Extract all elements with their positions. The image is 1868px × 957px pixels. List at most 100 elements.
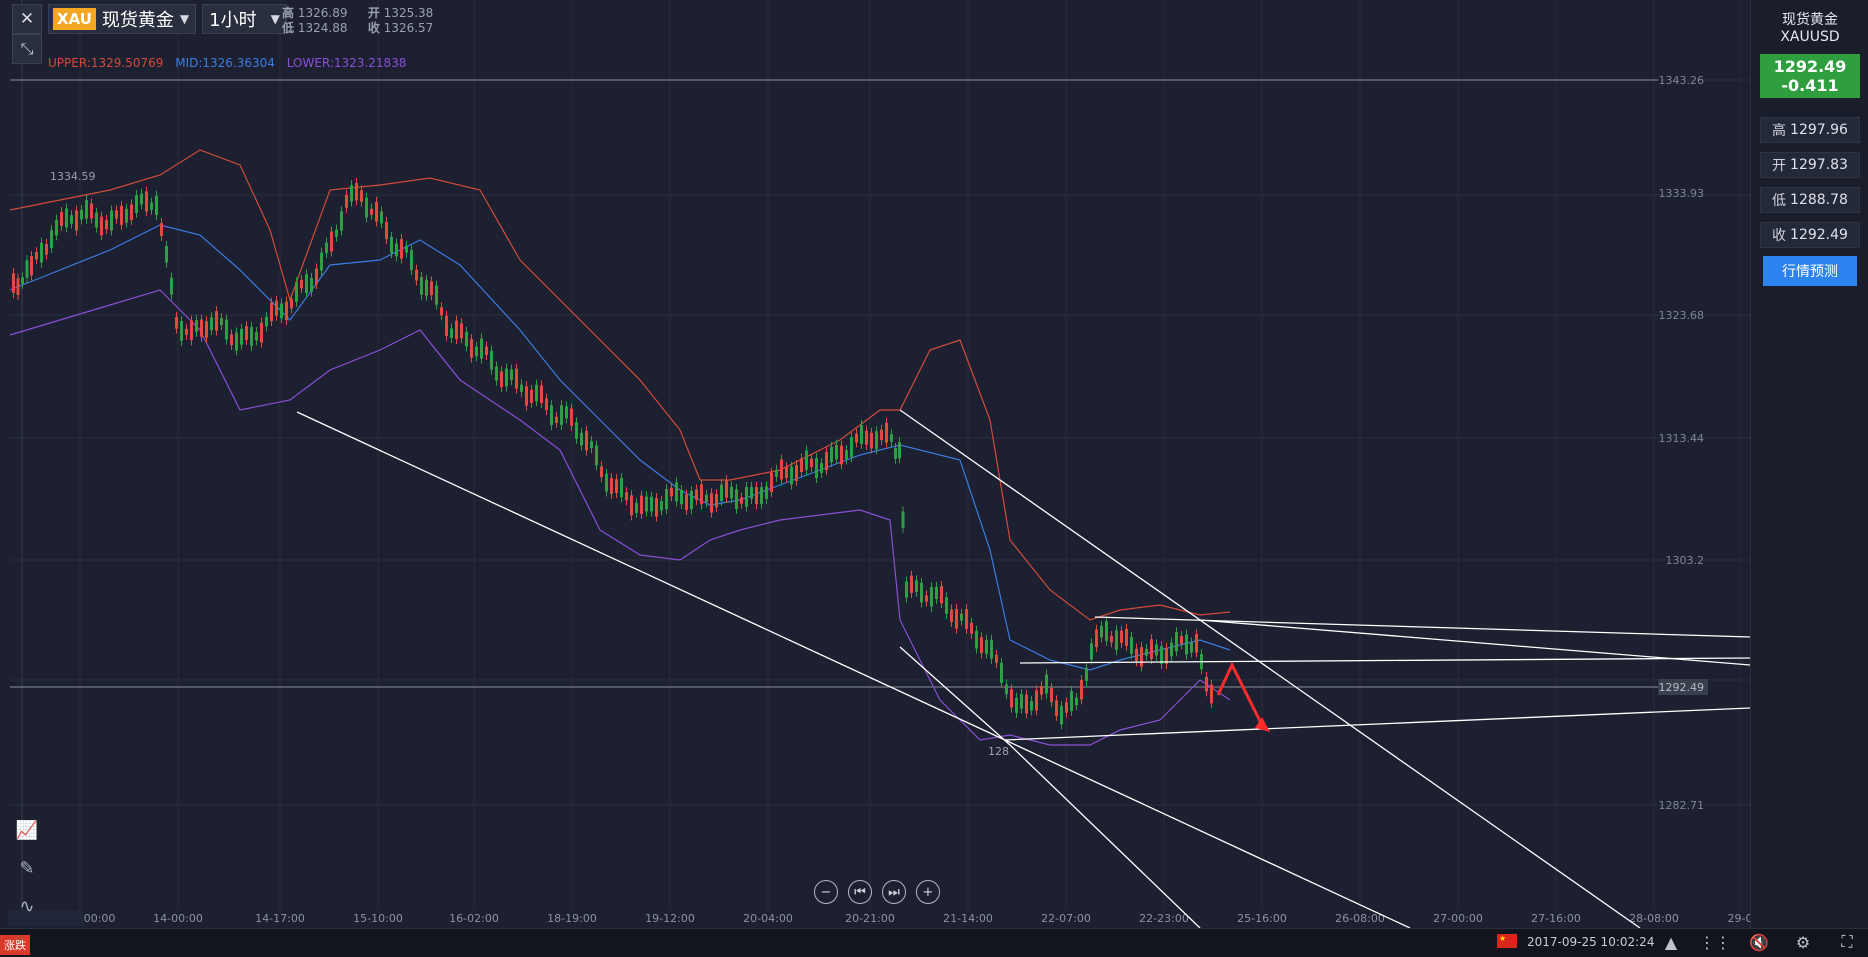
candle-body (860, 425, 863, 444)
candle-body (1020, 694, 1023, 709)
candle-body (340, 211, 343, 231)
candle-body (1090, 643, 1093, 660)
candle-body (370, 208, 373, 215)
candle-body (901, 511, 905, 528)
candle-body (575, 422, 578, 439)
price-axis-label: 1303.2 (1666, 554, 1705, 567)
candle-body (130, 204, 133, 221)
time-axis-label: 26-08:00 (1335, 912, 1385, 925)
zoom-in-icon[interactable]: + (916, 880, 940, 904)
candle-body (770, 472, 773, 493)
gear-icon[interactable]: ⚙ (1792, 931, 1814, 953)
trendline (1094, 616, 1750, 638)
jump-start-icon[interactable]: ⏮ (848, 880, 872, 904)
candle-body (695, 489, 698, 500)
candle-body (520, 384, 523, 392)
candle-body (390, 236, 393, 254)
price-axis-label: 1313.44 (1659, 432, 1705, 445)
candle-body (25, 260, 29, 278)
candle-body (1105, 621, 1108, 641)
forecast-button[interactable]: 行情预测 (1763, 256, 1857, 286)
candle-body (230, 334, 233, 346)
candle-body (690, 491, 693, 510)
candle-body (260, 322, 263, 343)
indicator-chart-icon[interactable]: 📈 (12, 815, 42, 845)
candle-body (1135, 648, 1138, 662)
candle-body (630, 495, 633, 516)
chart-area[interactable]: 1343.26 1333.93 1323.68 1313.44 1303.2 1282.7… (0, 0, 1750, 928)
time-axis-label: 19-12:00 (645, 912, 695, 925)
candle-body (935, 586, 938, 599)
status-left-badge[interactable]: 涨跌 (0, 935, 30, 955)
candle-body (850, 437, 853, 458)
candle-body (605, 473, 608, 492)
candle-body (195, 320, 198, 332)
candle-body (640, 495, 643, 514)
candle-body (945, 597, 948, 614)
candle-body (490, 350, 493, 370)
candle-body (780, 459, 783, 480)
candle-body (540, 385, 543, 403)
time-axis-label: 29-0 (1728, 912, 1750, 925)
fullscreen-icon[interactable]: ⛶ (1836, 931, 1858, 953)
candle-body (105, 219, 108, 230)
grid-icon[interactable]: ⋮⋮ (1699, 931, 1731, 953)
candle-body (805, 450, 808, 470)
price-chart[interactable]: 1343.26 1333.93 1323.68 1313.44 1303.2 1282.7… (0, 0, 1750, 928)
candle-body (1130, 636, 1133, 654)
candle-body (635, 503, 638, 513)
candle-body (1110, 635, 1113, 643)
candle-body (175, 316, 178, 329)
low-value: 1324.88 (297, 21, 348, 35)
candle-body (500, 371, 503, 387)
symbol-selector[interactable]: XAU 现货黄金 ▼ (48, 4, 197, 34)
candle-body (275, 300, 278, 316)
candle-body (465, 331, 468, 347)
candle-body (1010, 689, 1013, 708)
close-value: 1326.57 (383, 21, 434, 35)
waveform-icon[interactable]: ∿ (12, 891, 42, 921)
candle-body (545, 398, 548, 411)
stat-open: 开 1297.83 (1760, 152, 1860, 178)
time-axis-label: 22-07:00 (1041, 912, 1091, 925)
pen-draw-icon[interactable]: ✎ (12, 853, 42, 883)
volume-mute-icon[interactable]: 🔇 (1748, 931, 1770, 953)
candle-body (560, 405, 563, 425)
candle-body (550, 405, 553, 426)
symbol-badge: XAU (53, 8, 96, 30)
candle-body (865, 430, 868, 445)
price-axis-label: 1282.71 (1659, 799, 1705, 812)
candle-body (270, 302, 273, 322)
candle-body (240, 328, 243, 345)
candle-body (685, 494, 688, 511)
candle-body (1050, 688, 1053, 703)
candle-body (615, 479, 618, 493)
candle-body (670, 487, 673, 497)
stat-value: 1297.96 (1790, 122, 1848, 138)
time-axis-label: 14-17:00 (255, 912, 305, 925)
close-button[interactable]: ✕ (12, 4, 42, 34)
triangle-up-icon[interactable]: ▲ (1660, 931, 1682, 953)
candle-body (930, 587, 933, 607)
timeframe-selector[interactable]: 1小时 ▼ (202, 4, 287, 34)
candle-body (750, 486, 753, 499)
candle-body (1180, 636, 1183, 645)
current-price-label: 1292.49 (1659, 681, 1705, 694)
candle-body (100, 216, 103, 236)
candle-body (455, 320, 458, 340)
status-bar: 涨跌 2017-09-25 10:02:24 ▲ ⋮⋮ 🔇 ⚙ ⛶ (0, 928, 1868, 957)
zoom-out-icon[interactable]: − (814, 880, 838, 904)
candle-body (35, 252, 38, 260)
candle-body (660, 501, 663, 511)
candle-body (165, 246, 168, 263)
candle-body (110, 210, 113, 231)
jump-end-icon[interactable]: ⏭ (882, 880, 906, 904)
candle-body (775, 469, 778, 477)
candle-body (320, 252, 323, 271)
candle-body (720, 484, 723, 502)
candle-body (30, 255, 33, 276)
candle-body (1150, 639, 1153, 660)
collapse-icon[interactable]: ⤡ (12, 34, 42, 64)
candle-body (265, 316, 268, 327)
candle-body (1085, 667, 1088, 681)
